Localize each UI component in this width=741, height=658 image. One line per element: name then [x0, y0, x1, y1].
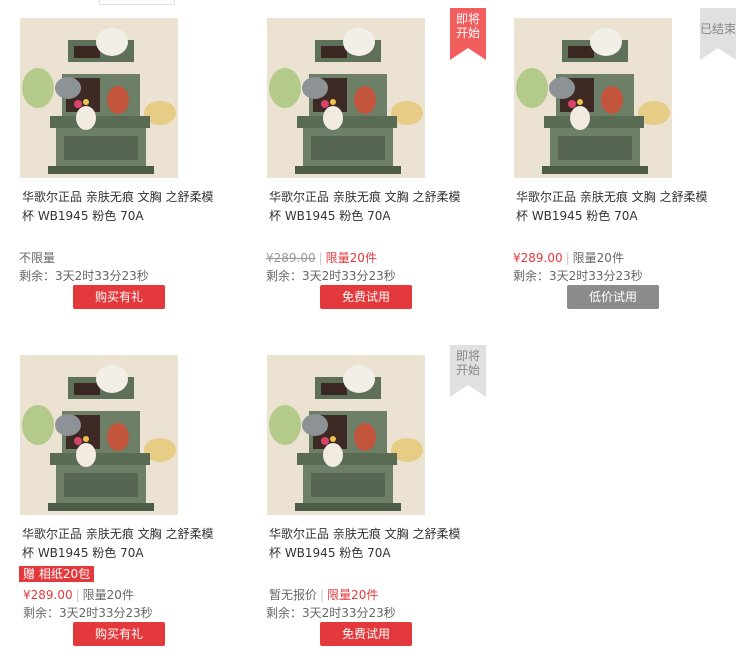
price-line: 不限量: [19, 249, 55, 267]
product-card[interactable]: 即将 开始 华歌尔正品 亲肤无痕 文胸 之舒柔模杯 WB1945 粉色 70A 暂…: [247, 337, 486, 647]
price-line: ¥289.00 | 限量20件: [23, 586, 134, 604]
remaining-time: 剩余：3天2时33分23秒: [266, 606, 396, 620]
limit-label: 限量20件: [82, 588, 134, 602]
limit-label: 限量20件: [327, 588, 379, 602]
separator: |: [565, 251, 570, 265]
limit-label: 限量20件: [572, 251, 624, 265]
separator: |: [318, 251, 323, 265]
product-figurine-photo-icon: [267, 355, 425, 515]
product-title[interactable]: 华歌尔正品 亲肤无痕 文胸 之舒柔模杯 WB1945 粉色 70A: [269, 525, 469, 563]
original-price: ¥289.00: [266, 251, 316, 265]
ribbon-label: 即将 开始: [455, 12, 480, 40]
product-figurine-photo-icon: [514, 18, 672, 178]
product-card[interactable]: 华歌尔正品 亲肤无痕 文胸 之舒柔模杯 WB1945 粉色 70A 不限量 剩余…: [0, 0, 230, 310]
limit-label: 限量20件: [325, 251, 377, 265]
gift-line: 赠 相纸20包: [19, 566, 95, 582]
product-title[interactable]: 华歌尔正品 亲肤无痕 文胸 之舒柔模杯 WB1945 粉色 70A: [516, 188, 716, 226]
price-line: ¥289.00 | 限量20件: [266, 249, 377, 267]
remaining-time: 剩余：3天2时33分23秒: [513, 269, 643, 283]
unlimited-label: 不限量: [19, 251, 56, 265]
product-title[interactable]: 华歌尔正品 亲肤无痕 文胸 之舒柔模杯 WB1945 粉色 70A: [22, 188, 222, 226]
product-image[interactable]: [514, 18, 672, 178]
product-figurine-photo-icon: [267, 18, 425, 178]
low-price-trial-button[interactable]: 低价试用: [567, 285, 659, 309]
separator: |: [75, 588, 80, 602]
status-ribbon-upcoming: 即将 开始: [450, 8, 486, 60]
product-image[interactable]: [267, 355, 425, 515]
product-title[interactable]: 华歌尔正品 亲肤无痕 文胸 之舒柔模杯 WB1945 粉色 70A: [22, 525, 222, 563]
product-figurine-photo-icon: [20, 355, 178, 515]
ribbon-label: 已结束: [700, 22, 737, 36]
product-title[interactable]: 华歌尔正品 亲肤无痕 文胸 之舒柔模杯 WB1945 粉色 70A: [269, 188, 469, 226]
product-figurine-photo-icon: [20, 18, 178, 178]
buy-with-gift-button[interactable]: 购买有礼: [73, 622, 165, 646]
price: ¥289.00: [513, 251, 563, 265]
ribbon-label: 即将 开始: [455, 349, 480, 377]
gift-tag: 赠 相纸20包: [19, 566, 95, 582]
product-card[interactable]: 华歌尔正品 亲肤无痕 文胸 之舒柔模杯 WB1945 粉色 70A 赠 相纸20…: [0, 337, 230, 647]
product-card[interactable]: 即将 开始 华歌尔正品 亲肤无痕 文胸 之舒柔模杯 WB1945 粉色 70A ¥…: [247, 0, 486, 310]
price: ¥289.00: [23, 588, 73, 602]
status-ribbon-ended: 已结束: [700, 8, 736, 60]
no-quote-label: 暂无报价: [269, 588, 318, 602]
price-line: ¥289.00 | 限量20件: [513, 249, 624, 267]
product-image[interactable]: [20, 355, 178, 515]
product-image[interactable]: [267, 18, 425, 178]
remaining-time: 剩余：3天2时33分23秒: [266, 269, 396, 283]
separator: |: [320, 588, 325, 602]
free-trial-button[interactable]: 免费试用: [320, 285, 412, 309]
buy-with-gift-button[interactable]: 购买有礼: [73, 285, 165, 309]
remaining-time: 剩余：3天2时33分23秒: [23, 606, 153, 620]
product-card[interactable]: 已结束 华歌尔正品 亲肤无痕 文胸 之舒柔模杯 WB1945 粉色 70A ¥2…: [494, 0, 736, 310]
status-ribbon-upcoming: 即将 开始: [450, 345, 486, 397]
product-image[interactable]: [20, 18, 178, 178]
remaining-time: 剩余：3天2时33分23秒: [19, 269, 149, 283]
price-line: 暂无报价 | 限量20件: [269, 586, 378, 604]
free-trial-button[interactable]: 免费试用: [320, 622, 412, 646]
